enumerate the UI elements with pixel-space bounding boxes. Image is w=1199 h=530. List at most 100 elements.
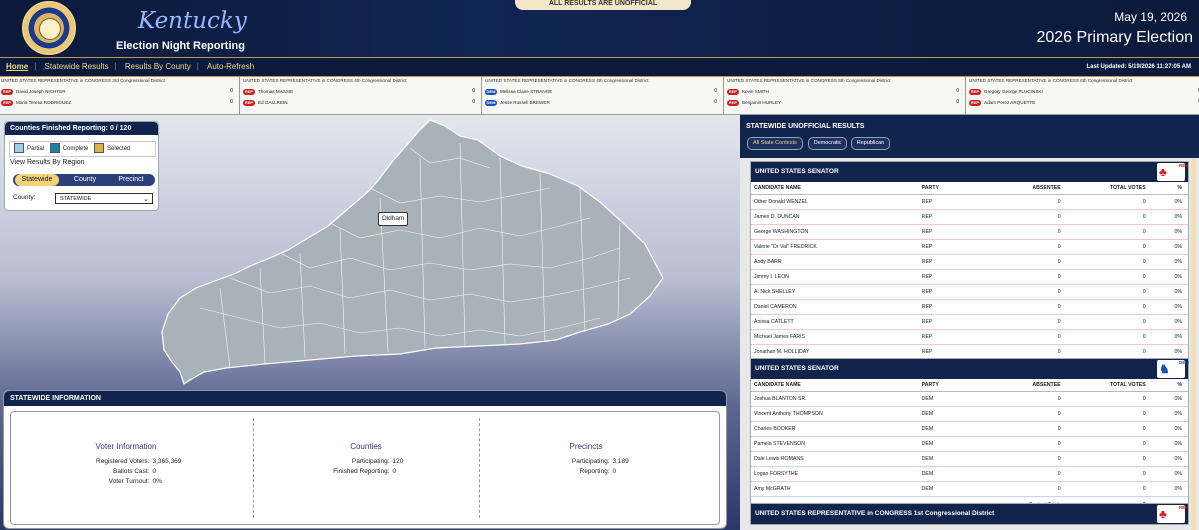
statewide-info-body: Voter Information Registered Voters: 3,36… xyxy=(10,411,720,525)
statewide-info-title: STATEWIDE INFORMATION xyxy=(4,391,726,406)
ticker-contest-title: UNITED STATES REPRESENTATIVE in CONGRESS… xyxy=(485,78,649,83)
table-row: Valerie "Dr Val" FREDRICK REP 0 0 0% xyxy=(751,239,1188,255)
ticker-candidate-row: REPAdam Perez ARQUETTE0 xyxy=(969,97,1199,108)
table-cell: 0 xyxy=(981,391,1067,407)
table-cell: DEM xyxy=(920,391,982,407)
race-header: UNITED STATES SENATOR ♣ REP xyxy=(751,162,1188,182)
info-line: Finished Reporting: 0 xyxy=(251,467,481,477)
brand-script: Kentucky xyxy=(138,8,247,34)
county-select[interactable]: STATEWIDE ⌄ xyxy=(55,193,153,204)
filter-democratic[interactable]: Democratic xyxy=(808,137,847,150)
table-cell: 0 xyxy=(981,224,1067,240)
table-cell: 0 xyxy=(981,436,1067,452)
ticker-contest[interactable]: UNITED STATES REPRESENTATIVE in CONGRESS… xyxy=(968,77,1199,114)
race-title: UNITED STATES SENATOR xyxy=(755,168,839,175)
party-badge: REP xyxy=(727,99,739,106)
table-row: Pamela STEVENSON DEM 0 0 0% xyxy=(751,436,1188,452)
ticker-contest[interactable]: UNITED STATES REPRESENTATIVE in CONGRESS… xyxy=(484,77,724,114)
table-cell: A. Nick SHELLEY xyxy=(751,284,921,300)
table-row: Andy BARR REP 0 0 0% xyxy=(751,254,1188,270)
table-cell: 0 xyxy=(981,239,1067,255)
info-value: 3,189 xyxy=(612,458,629,465)
column-header[interactable]: % xyxy=(1151,379,1188,392)
tab-county[interactable]: County xyxy=(63,174,107,186)
legend-complete: Complete xyxy=(62,146,89,152)
republican-elephant-icon: ♣ REP xyxy=(1157,505,1188,523)
race-header: UNITED STATES SENATOR ♞ DEM xyxy=(751,359,1189,379)
table-cell: 0% xyxy=(1151,269,1188,285)
table-row: A. Nick SHELLEY REP 0 0 0% xyxy=(751,284,1188,300)
info-label: Voter Turnout: xyxy=(108,478,150,485)
ticker-candidate-row: REP Ed GALLREIN 0 xyxy=(243,97,481,108)
column-header[interactable]: PARTY xyxy=(920,379,982,392)
table-row: Michael James FARIS REP 0 0 0% xyxy=(751,329,1188,345)
table-cell: REP xyxy=(920,209,982,225)
ticker-candidate-votes: 0 xyxy=(472,99,475,105)
results-table: CANDIDATE NAME PARTY ABSENTEE TOTAL VOTES% O… xyxy=(751,182,1188,375)
table-row: Dale Lewis ROMANS DEM 0 0 0% xyxy=(751,451,1188,467)
column-header[interactable]: TOTAL VOTES xyxy=(1066,379,1152,392)
column-header[interactable]: ABSENTEE xyxy=(981,182,1067,195)
democrat-donkey-icon: ♞ DEM xyxy=(1157,360,1189,378)
map-county-tooltip: Oldham xyxy=(378,212,408,226)
column-header[interactable]: PARTY xyxy=(920,182,982,195)
results-scrollbar[interactable] xyxy=(1191,159,1196,530)
ticker-candidate-row: DEM Jesse Russell BREWER 0 xyxy=(485,97,723,108)
table-cell: 0% xyxy=(1151,209,1188,225)
party-badge: REP xyxy=(243,99,255,106)
column-header[interactable]: TOTAL VOTES xyxy=(1066,182,1152,195)
ticker-candidate-name: David Joseph NICHTER xyxy=(16,89,66,94)
ticker-contest-title: UNITED STATES REPRESENTATIVE in CONGRESS… xyxy=(969,78,1133,83)
table-cell: James D. DUNCAN xyxy=(751,209,921,225)
table-cell: REP xyxy=(920,194,982,210)
table-cell: Anissa CATLETT xyxy=(751,314,921,330)
table-cell: Vincent Anthony THOMPSON xyxy=(751,406,921,422)
ticker-contest[interactable]: UNITED STATES REPRESENTATIVE in CONGRESS… xyxy=(0,77,240,114)
tab-precinct[interactable]: Precinct xyxy=(109,174,153,186)
kentucky-map[interactable] xyxy=(160,118,665,386)
table-cell: 0 xyxy=(1066,421,1152,437)
tab-statewide[interactable]: Statewide xyxy=(15,174,59,186)
party-badge: REP xyxy=(1,88,13,95)
filter-republican[interactable]: Republican xyxy=(851,137,890,150)
table-cell: 0 xyxy=(981,284,1067,300)
election-title: 2026 Primary Election xyxy=(1036,29,1193,46)
table-cell: Dale Lewis ROMANS xyxy=(751,451,921,467)
table-cell: REP xyxy=(920,224,982,240)
filter-all-contests[interactable]: All State Contests xyxy=(747,137,803,150)
table-cell: 0% xyxy=(1151,329,1188,345)
voter-info-section: Voter Information Registered Voters: 3,36… xyxy=(11,412,241,524)
table-cell: REP xyxy=(920,239,982,255)
nav-auto-refresh[interactable]: Auto-Refresh xyxy=(207,62,254,71)
ticker-candidate-votes: 0 xyxy=(230,99,233,105)
column-header[interactable]: % xyxy=(1151,182,1188,195)
ticker-contest[interactable]: UNITED STATES REPRESENTATIVE in CONGRESS… xyxy=(726,77,966,114)
party-badge: REP xyxy=(1,99,13,106)
party-badge: DEM xyxy=(485,99,497,106)
table-cell: 0% xyxy=(1151,299,1188,315)
table-cell: 0% xyxy=(1151,481,1188,497)
table-cell: 0% xyxy=(1151,239,1188,255)
legend-partial: Partial xyxy=(27,146,45,152)
table-cell: 0 xyxy=(1066,239,1152,255)
table-cell: Michael James FARIS xyxy=(751,329,921,345)
column-header[interactable]: ABSENTEE xyxy=(981,379,1067,392)
ticker-candidate-votes: 0 xyxy=(472,88,475,94)
race-card: UNITED STATES SENATOR ♣ REP CANDIDATE NAME P… xyxy=(750,161,1189,376)
column-header[interactable]: CANDIDATE NAME xyxy=(751,182,921,195)
region-tabs: Statewide County Precinct xyxy=(13,174,155,186)
table-cell: DEM xyxy=(920,406,982,422)
table-cell: Daniel CAMERON xyxy=(751,299,921,315)
ticker-contest[interactable]: UNITED STATES REPRESENTATIVE in CONGRESS… xyxy=(242,77,482,114)
nav-statewide-results[interactable]: Statewide Results xyxy=(45,62,109,71)
voter-info-heading: Voter Information xyxy=(95,442,157,451)
party-animal-glyph: ♞ xyxy=(1159,362,1170,376)
nav-home[interactable]: Home xyxy=(6,62,28,71)
unofficial-banner: ALL RESULTS ARE UNOFFICIAL xyxy=(515,0,691,10)
nav-results-by-county[interactable]: Results By County xyxy=(125,62,191,71)
table-cell: Jimmy I. LEON xyxy=(751,269,921,285)
table-cell: 0% xyxy=(1151,451,1188,467)
kentucky-state-shape[interactable] xyxy=(161,119,664,385)
chevron-down-icon: ⌄ xyxy=(143,196,149,203)
column-header[interactable]: CANDIDATE NAME xyxy=(751,379,921,392)
